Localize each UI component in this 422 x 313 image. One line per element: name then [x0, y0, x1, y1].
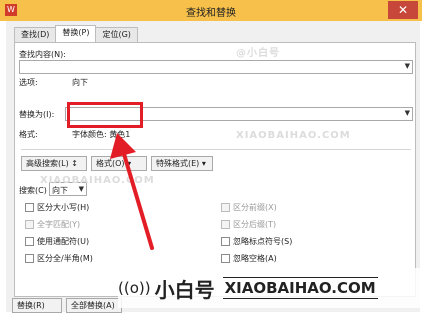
signal-icon: ((o)) [118, 279, 151, 297]
tab-replace[interactable]: 替换(P) [55, 25, 97, 42]
watermark-en: XIAOBAIHAO.COM [222, 277, 378, 299]
watermark-cn: 小白号 [154, 277, 215, 302]
red-arrow-annotation [110, 133, 154, 250]
watermark-banner: ((o)) 小白号 XIAOBAIHAO.COM [118, 268, 422, 308]
